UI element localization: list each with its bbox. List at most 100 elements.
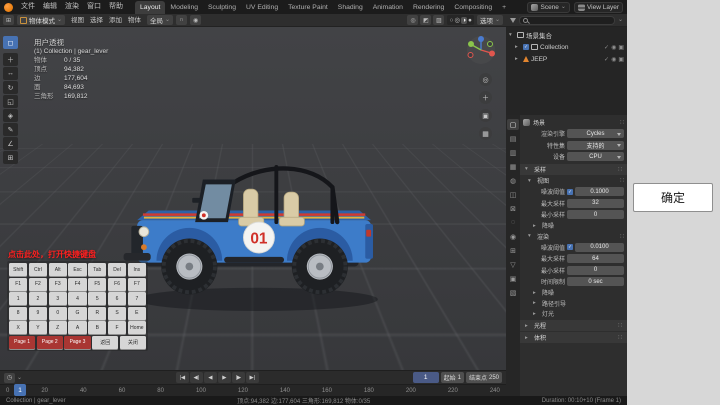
xray-icon[interactable]: ▨: [433, 15, 444, 25]
playhead[interactable]: 1: [14, 384, 26, 396]
keyboard-key[interactable]: F6: [108, 278, 126, 291]
workspace-tab[interactable]: Compositing: [449, 1, 497, 14]
cursor-icon[interactable]: ＋: [3, 53, 18, 66]
shading-sphere-icon[interactable]: ●: [468, 17, 472, 24]
play-reverse-icon[interactable]: ◀: [204, 372, 217, 383]
max-samples-field[interactable]: 64: [567, 254, 624, 263]
workspace-tab[interactable]: Sculpting: [203, 1, 241, 14]
play-icon[interactable]: ▶: [218, 372, 231, 383]
mode-dropdown[interactable]: 物体模式 ⌄: [17, 15, 65, 25]
workspace-tab[interactable]: Rendering: [408, 1, 449, 14]
scene-tab-icon[interactable]: ▦: [507, 161, 519, 172]
select-box-icon[interactable]: ◻: [3, 36, 18, 49]
feature-set-select[interactable]: 支持的: [567, 141, 624, 150]
outliner-row-scene-collection[interactable]: ▾ 场景集合: [506, 29, 627, 41]
topbar-menu-item[interactable]: 文件: [17, 0, 39, 14]
keyboard-key[interactable]: 9: [29, 307, 47, 320]
keyboard-key[interactable]: 7: [128, 292, 146, 305]
constraints-tab-icon[interactable]: ⊞: [507, 245, 519, 256]
collection-checkbox[interactable]: ✓: [523, 44, 529, 50]
transform-icon[interactable]: ◈: [3, 109, 18, 122]
viewport-menu-item[interactable]: 选择: [87, 14, 106, 27]
keyboard-key[interactable]: X: [9, 321, 27, 334]
proportional-edit-icon[interactable]: ◉: [190, 15, 201, 25]
keyboard-key[interactable]: 4: [68, 292, 86, 305]
expand-icon[interactable]: ▸: [515, 56, 521, 62]
next-keyframe-icon[interactable]: |▶: [232, 372, 245, 383]
render-denoise-panel[interactable]: ▸ 降噪: [523, 288, 624, 299]
keyboard-key[interactable]: 6: [108, 292, 126, 305]
topbar-menu-item[interactable]: 窗口: [83, 0, 105, 14]
snap-magnet-icon[interactable]: ∩: [176, 15, 187, 25]
timeline-ruler[interactable]: 020406080100120140160180200220240: [0, 384, 506, 396]
frame-end-field[interactable]: 结束点 250: [466, 372, 502, 383]
view-layer-selector[interactable]: View Layer: [574, 2, 623, 13]
keyboard-key[interactable]: F3: [49, 278, 67, 291]
shading-sphere-icon[interactable]: ◎: [454, 16, 460, 24]
scene-selector[interactable]: Scene ⌄: [527, 2, 569, 13]
keyboard-key[interactable]: 2: [29, 292, 47, 305]
viewport-menu-item[interactable]: 物体: [125, 14, 144, 27]
orientation-dropdown[interactable]: 全局 ⌄: [147, 15, 173, 25]
filter-funnel-icon[interactable]: [510, 18, 516, 23]
add-cube-icon[interactable]: ⊞: [3, 151, 18, 164]
keyboard-key[interactable]: Ctrl: [29, 263, 47, 276]
scale-icon[interactable]: ◱: [3, 95, 18, 108]
modifiers-tab-icon[interactable]: ⊠: [507, 203, 519, 214]
workspace-tab[interactable]: Animation: [368, 1, 408, 14]
physics-tab-icon[interactable]: ◉: [507, 231, 519, 242]
keyboard-page-key[interactable]: Page 1: [9, 336, 35, 349]
keyboard-extra-key[interactable]: 返回: [92, 336, 118, 349]
noise-threshold-field[interactable]: 0.0100: [575, 243, 624, 252]
selectable-icon[interactable]: ✓: [604, 44, 609, 51]
rotate-icon[interactable]: ↻: [3, 81, 18, 94]
keyboard-key[interactable]: 5: [88, 292, 106, 305]
zoom-icon[interactable]: ◎: [479, 73, 492, 86]
workspace-tab[interactable]: Shading: [333, 1, 368, 14]
workspace-tab[interactable]: +: [497, 1, 511, 14]
texture-tab-icon[interactable]: ▧: [507, 287, 519, 298]
keyboard-key[interactable]: Ins: [128, 263, 146, 276]
keyboard-page-key[interactable]: Page 3: [64, 336, 90, 349]
keyboard-key[interactable]: F5: [88, 278, 106, 291]
topbar-menu-item[interactable]: 渲染: [61, 0, 83, 14]
render-visibility-icon[interactable]: ▣: [618, 44, 624, 51]
particles-tab-icon[interactable]: ◌: [507, 217, 519, 228]
keyboard-key[interactable]: E: [128, 307, 146, 320]
collapsed-section-row[interactable]: ▸ 体积 ∷: [520, 332, 627, 343]
keyboard-key[interactable]: F: [108, 321, 126, 334]
keyboard-key[interactable]: 1: [9, 292, 27, 305]
frame-start-field[interactable]: 起始 1: [441, 372, 464, 383]
prev-keyframe-icon[interactable]: ◀|: [190, 372, 203, 383]
keyboard-key[interactable]: 8: [9, 307, 27, 320]
keyboard-key[interactable]: Alt: [49, 263, 67, 276]
jeep-model[interactable]: 01: [112, 137, 402, 330]
keyboard-key[interactable]: 3: [49, 292, 67, 305]
timeline-editor-icon[interactable]: ◷: [4, 373, 15, 383]
keyboard-key[interactable]: R: [88, 307, 106, 320]
expand-icon[interactable]: ▸: [515, 44, 521, 50]
shading-sphere-icon[interactable]: ○: [449, 17, 453, 24]
render-subpanel-header[interactable]: ▾ 渲染 ∷: [523, 231, 624, 242]
keyboard-key[interactable]: Z: [49, 321, 67, 334]
keyboard-key[interactable]: 0: [49, 307, 67, 320]
navigation-gizmo[interactable]: [466, 35, 496, 65]
jump-start-icon[interactable]: |◀: [176, 372, 189, 383]
perspective-toggle-icon[interactable]: ▦: [479, 127, 492, 140]
viewport-menu-item[interactable]: 视图: [68, 14, 87, 27]
max-samples-field[interactable]: 32: [567, 199, 624, 208]
min-samples-field[interactable]: 0: [567, 266, 624, 275]
noise-threshold-checkbox[interactable]: ✓: [567, 189, 573, 195]
show-gizmo-icon[interactable]: ◎: [407, 15, 418, 25]
collapsed-subpanel-row[interactable]: ▸ 路径引导: [523, 298, 624, 309]
keyboard-key[interactable]: Esc: [68, 263, 86, 276]
viewport-denoise-panel[interactable]: ▸ 降噪: [523, 221, 624, 232]
keyboard-key[interactable]: Shift: [9, 263, 27, 276]
confirm-button[interactable]: 确定: [633, 183, 713, 212]
render-engine-select[interactable]: Cycles: [567, 129, 624, 138]
keyboard-key[interactable]: Home: [128, 321, 146, 334]
sampling-panel-header[interactable]: ▾ 采样 ∷: [520, 164, 627, 175]
world-tab-icon[interactable]: ◍: [507, 175, 519, 186]
noise-threshold-checkbox[interactable]: ✓: [567, 244, 573, 250]
collapsed-section-row[interactable]: ▸ 光程 ∷: [520, 320, 627, 331]
